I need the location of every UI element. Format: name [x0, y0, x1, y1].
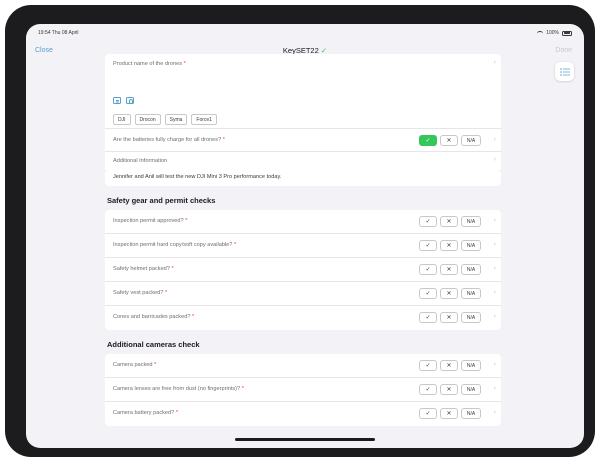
answer-no-button[interactable]: ✕: [440, 288, 458, 299]
chevron-right-icon[interactable]: ›: [494, 136, 496, 143]
question-label: Are the batteries fully charge for all d…: [113, 137, 225, 143]
answer-yes-button[interactable]: ✓: [419, 384, 437, 395]
checklist-row: Camera battery packed? * ✓ ✕ N/A ›: [105, 402, 501, 426]
camera-icon[interactable]: [126, 97, 134, 104]
question-label: Cones and barricades packed? *: [113, 314, 195, 320]
answer-na-button[interactable]: N/A: [461, 264, 481, 275]
answer-yes-button[interactable]: ✓: [419, 264, 437, 275]
list-view-button[interactable]: [555, 62, 574, 81]
camera-checks-card: Camera packed * ✓ ✕ N/A › Camera lenses …: [105, 354, 501, 426]
checklist-row: Cones and barricades packed? * ✓ ✕ N/A ›: [105, 306, 501, 330]
answer-no-button[interactable]: ✕: [440, 216, 458, 227]
answer-yes-button[interactable]: ✓: [419, 135, 437, 146]
question-label: Camera battery packed? *: [113, 410, 179, 416]
checklist-row: Safety helmet packed? * ✓ ✕ N/A ›: [105, 258, 501, 282]
product-chips: DJI Drocon Syma Force1: [113, 114, 217, 125]
battery-percent: 100%: [546, 30, 559, 36]
answer-na-button[interactable]: N/A: [461, 312, 481, 323]
chevron-right-icon[interactable]: ›: [494, 265, 496, 272]
chevron-right-icon[interactable]: ›: [494, 217, 496, 224]
question-label: Safety helmet packed? *: [113, 266, 174, 272]
answer-no-button[interactable]: ✕: [440, 240, 458, 251]
chip-syma[interactable]: Syma: [164, 114, 188, 125]
answer-yes-button[interactable]: ✓: [419, 360, 437, 371]
chevron-right-icon[interactable]: ›: [494, 409, 496, 416]
question-label: Camera packed *: [113, 362, 157, 368]
ipad-frame: 19:54 Thu 08 April 100% Close KeySET22 ✓ …: [5, 5, 595, 457]
checklist-row: Camera packed * ✓ ✕ N/A ›: [105, 354, 501, 378]
home-indicator[interactable]: [235, 438, 375, 441]
answer-na-button[interactable]: N/A: [461, 216, 481, 227]
answer-no-button[interactable]: ✕: [440, 408, 458, 419]
chevron-right-icon[interactable]: ›: [494, 156, 496, 163]
answer-no-button[interactable]: ✕: [440, 264, 458, 275]
chevron-right-icon[interactable]: ›: [494, 385, 496, 392]
comment-icon[interactable]: [113, 97, 121, 104]
wifi-icon: [537, 30, 544, 36]
checklist-row: Camera lenses are free from dust (no fin…: [105, 378, 501, 402]
status-bar: 19:54 Thu 08 April 100%: [26, 24, 584, 38]
additional-info-text: Jennifer and Anil will test the new DJI …: [113, 174, 282, 180]
answer-yes-button[interactable]: ✓: [419, 408, 437, 419]
additional-info-label: Additional Information: [113, 158, 168, 164]
answer-yes-button[interactable]: ✓: [419, 312, 437, 323]
chevron-right-icon[interactable]: ›: [494, 241, 496, 248]
answer-na-button[interactable]: N/A: [461, 360, 481, 371]
checklist-row: Inspection permit hard copy/soft copy av…: [105, 234, 501, 258]
answer-na-button[interactable]: N/A: [461, 240, 481, 251]
answer-yes-button[interactable]: ✓: [419, 216, 437, 227]
question-label: Camera lenses are free from dust (no fin…: [113, 386, 244, 392]
additional-info-card: Jennifer and Anil will test the new DJI …: [105, 172, 501, 186]
chevron-right-icon[interactable]: ›: [494, 59, 496, 66]
checklist-row: Safety vest packed? * ✓ ✕ N/A ›: [105, 282, 501, 306]
answer-no-button[interactable]: ✕: [440, 360, 458, 371]
answer-no-button[interactable]: ✕: [440, 312, 458, 323]
product-name-label: Product name of the drones *: [113, 61, 186, 67]
section-title-safety: Safety gear and permit checks: [107, 196, 216, 205]
chip-force1[interactable]: Force1: [191, 114, 217, 125]
screen: 19:54 Thu 08 April 100% Close KeySET22 ✓ …: [26, 24, 584, 448]
list-icon: [559, 67, 570, 76]
product-card: Product name of the drones * › DJI Droco…: [105, 54, 501, 172]
answer-na-button[interactable]: N/A: [461, 288, 481, 299]
answer-na-button[interactable]: N/A: [461, 408, 481, 419]
status-right: 100%: [537, 30, 572, 36]
answer-no-button[interactable]: ✕: [440, 135, 458, 146]
safety-checks-card: Inspection permit approved? * ✓ ✕ N/A › …: [105, 210, 501, 330]
media-icons: [113, 97, 134, 104]
chevron-right-icon[interactable]: ›: [494, 289, 496, 296]
question-label: Inspection permit approved? *: [113, 218, 188, 224]
done-button[interactable]: Done: [555, 47, 572, 54]
chevron-right-icon[interactable]: ›: [494, 361, 496, 368]
answer-no-button[interactable]: ✕: [440, 384, 458, 395]
chip-dji[interactable]: DJI: [113, 114, 131, 125]
answer-yes-button[interactable]: ✓: [419, 288, 437, 299]
section-title-cameras: Additional cameras check: [107, 340, 200, 349]
chevron-right-icon[interactable]: ›: [494, 313, 496, 320]
battery-charge-row: Are the batteries fully charge for all d…: [105, 128, 501, 152]
status-time: 19:54 Thu 08 April: [38, 30, 79, 36]
chip-drocon[interactable]: Drocon: [134, 114, 161, 125]
question-label: Inspection permit hard copy/soft copy av…: [113, 242, 237, 248]
question-label: Safety vest packed? *: [113, 290, 168, 296]
answer-na-button[interactable]: N/A: [461, 135, 481, 146]
answer-na-button[interactable]: N/A: [461, 384, 481, 395]
battery-icon: [562, 30, 572, 36]
answer-yes-button[interactable]: ✓: [419, 240, 437, 251]
checklist-row: Inspection permit approved? * ✓ ✕ N/A ›: [105, 210, 501, 234]
